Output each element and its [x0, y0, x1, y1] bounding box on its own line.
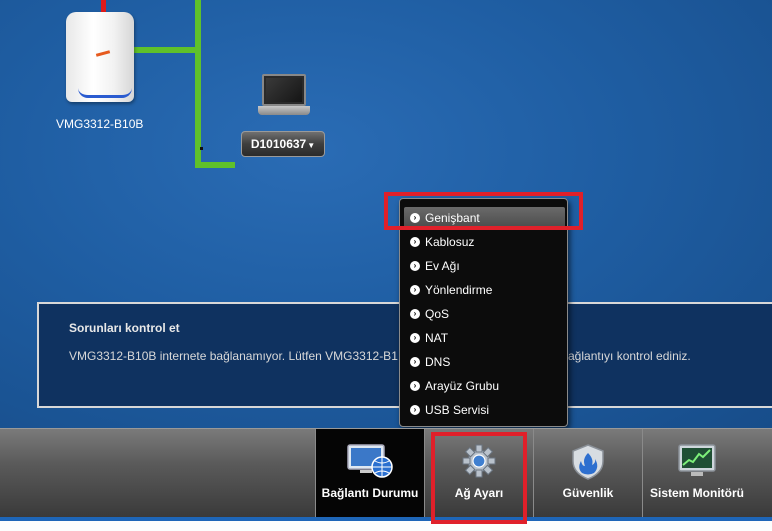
- panel-title: Sorunları kontrol et: [69, 321, 180, 335]
- tab-label: Sistem Monitörü: [649, 486, 744, 500]
- tab-sistem-monitoru[interactable]: Sistem Monitörü: [642, 429, 751, 518]
- menu-item-ev-agi[interactable]: › Ev Ağı: [404, 255, 565, 277]
- tab-label: Bağlantı Durumu: [321, 486, 419, 500]
- network-settings-menu: › Genişbant › Kablosuz › Ev Ağı › Yönlendirm…: [399, 198, 568, 427]
- panel-message: VMG3312-B10B internete bağlanamıyor. Lüt…: [69, 349, 398, 363]
- router-icon[interactable]: [66, 10, 134, 104]
- chevron-right-icon: ›: [410, 285, 420, 295]
- chevron-right-icon: ›: [410, 357, 420, 367]
- chart-monitor-icon: [678, 444, 716, 476]
- router-label: VMG3312-B10B: [56, 117, 144, 131]
- bottom-toolbar: Bağlantı Durumu Ağ Ayarı Güvenlik Sistem…: [0, 428, 772, 518]
- chevron-right-icon: ›: [410, 333, 420, 343]
- menu-item-qos[interactable]: › QoS: [404, 303, 565, 325]
- highlight-box-tab: [431, 432, 527, 524]
- monitor-globe-icon: [347, 444, 393, 478]
- menu-item-yonlendirme[interactable]: › Yönlendirme: [404, 279, 565, 301]
- menu-item-nat[interactable]: › NAT: [404, 327, 565, 349]
- device-link-line: [195, 162, 235, 168]
- bottom-strip: [0, 517, 772, 531]
- chevron-right-icon: ›: [410, 309, 420, 319]
- highlight-box-menu: [384, 192, 583, 230]
- menu-item-usb-servisi[interactable]: › USB Servisi: [404, 399, 565, 421]
- laptop-icon[interactable]: [258, 74, 310, 118]
- device-label: D1010637: [250, 137, 307, 151]
- tab-guvenlik[interactable]: Güvenlik: [533, 429, 642, 518]
- menu-item-arayuz-grubu[interactable]: › Arayüz Grubu: [404, 375, 565, 397]
- router-stand: [78, 88, 132, 98]
- lan-trunk-line: [195, 0, 201, 168]
- chevron-right-icon: ›: [410, 237, 420, 247]
- device-dropdown-button[interactable]: D1010637 ▼: [241, 131, 325, 157]
- chevron-right-icon: ›: [410, 261, 420, 271]
- menu-item-dns[interactable]: › DNS: [404, 351, 565, 373]
- chevron-right-icon: ›: [410, 381, 420, 391]
- shield-fire-icon: [572, 444, 604, 480]
- tab-baglanti-durumu[interactable]: Bağlantı Durumu: [315, 429, 424, 518]
- menu-item-kablosuz[interactable]: › Kablosuz: [404, 231, 565, 253]
- chevron-right-icon: ›: [410, 405, 420, 415]
- connector-dot: [200, 147, 203, 150]
- tab-label: Güvenlik: [562, 486, 614, 500]
- panel-message-tail: ağlantıyı kontrol ediniz.: [568, 349, 691, 363]
- caret-down-icon: ▼: [307, 141, 316, 150]
